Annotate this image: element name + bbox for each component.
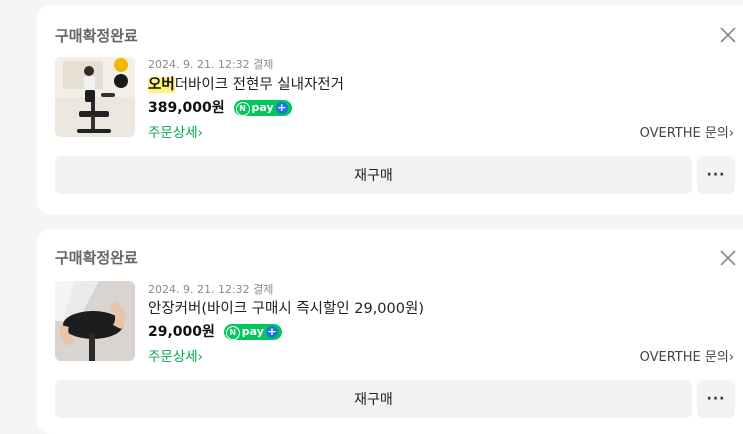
- npay-label: pay: [251, 101, 274, 114]
- price-row: 389,000원 Npay +: [148, 97, 292, 117]
- order-detail-link[interactable]: 주문상세›: [148, 345, 203, 365]
- product-price: 389,000원: [148, 100, 225, 116]
- order-card: 구매확정완료 2024. 9. 21. 12:32 결제 안장커버(바이크 구매…: [37, 229, 743, 434]
- order-status: 구매확정완료: [55, 27, 138, 45]
- product-name-highlight: 오버: [148, 77, 175, 93]
- price-row: 29,000원 Npay +: [148, 321, 282, 341]
- rebuy-button[interactable]: 재구매: [55, 380, 692, 418]
- rebuy-button[interactable]: 재구매: [55, 156, 692, 194]
- seller-inquiry-link[interactable]: OVERTHE 문의›: [640, 346, 734, 365]
- seller-inquiry-link[interactable]: OVERTHE 문의›: [640, 122, 734, 141]
- close-icon[interactable]: [719, 26, 737, 44]
- product-thumbnail[interactable]: [55, 281, 135, 361]
- order-card: 구매확정완료 2024. 9. 21. 12:32 결제 오버더바이크 전현무 …: [37, 5, 743, 215]
- product-name-rest: 더바이크 전현무 실내자전거: [174, 77, 344, 93]
- order-status: 구매확정완료: [55, 249, 138, 267]
- product-price: 29,000원: [148, 324, 215, 340]
- product-thumbnail[interactable]: [55, 57, 135, 137]
- close-icon[interactable]: [719, 249, 737, 267]
- order-detail-link[interactable]: 주문상세›: [148, 121, 203, 141]
- npay-label: pay: [241, 325, 264, 338]
- product-name[interactable]: 안장커버(바이크 구매시 즉시할인 29,000원): [148, 297, 424, 318]
- npay-logo: Npay +: [223, 324, 282, 340]
- more-icon[interactable]: ···: [697, 156, 735, 194]
- product-name[interactable]: 오버더바이크 전현무 실내자전거: [148, 73, 344, 94]
- order-date: 2024. 9. 21. 12:32 결제: [148, 283, 274, 296]
- order-date: 2024. 9. 21. 12:32 결제: [148, 58, 274, 71]
- npay-logo: Npay +: [233, 100, 292, 116]
- more-icon[interactable]: ···: [697, 380, 735, 418]
